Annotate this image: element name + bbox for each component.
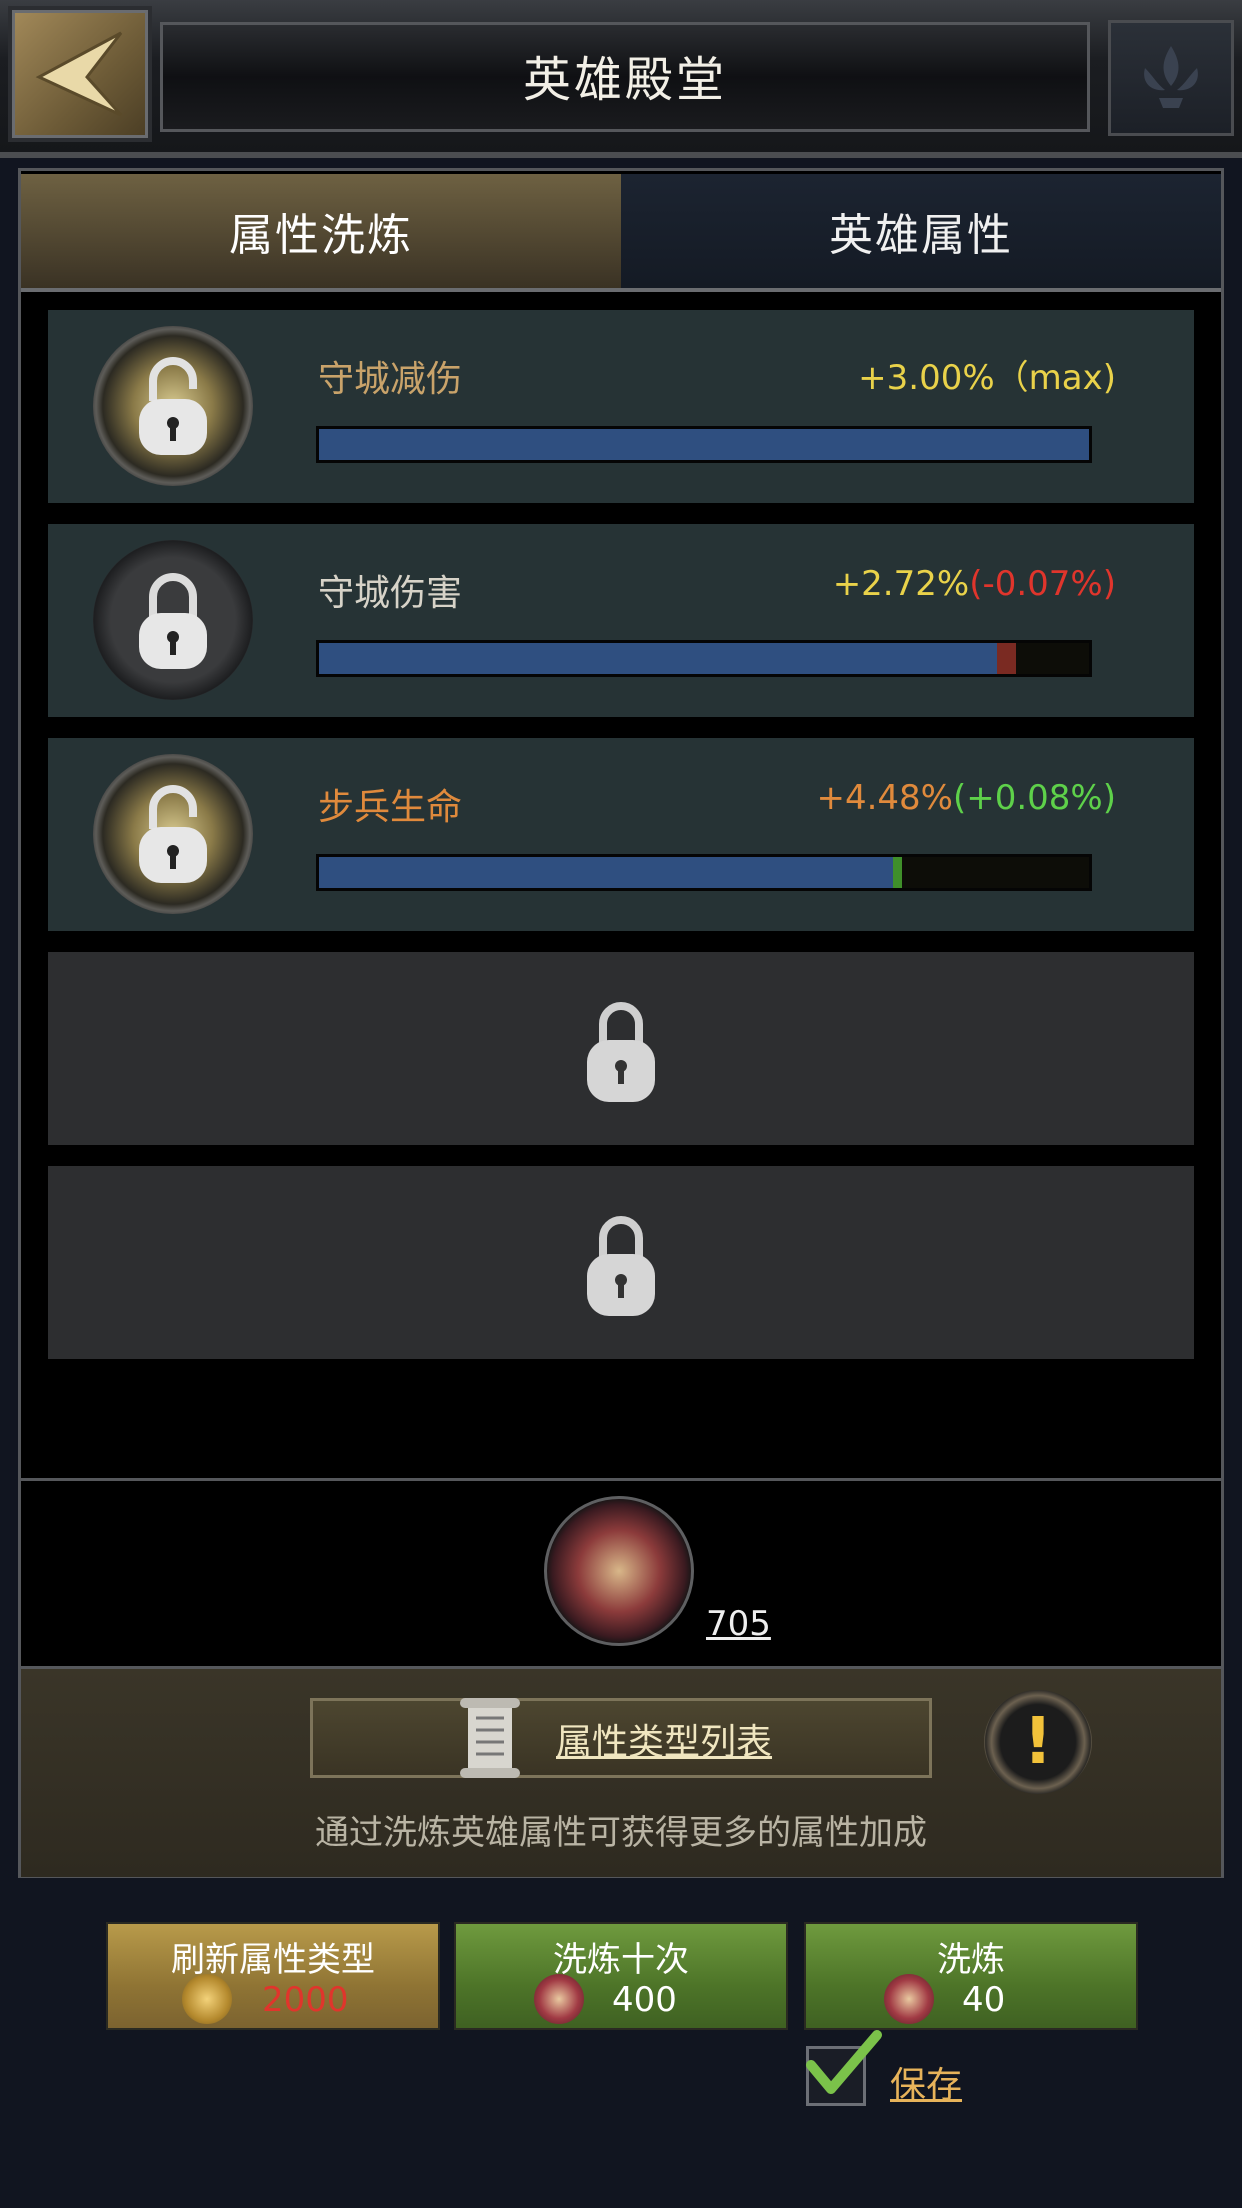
lock-toggle-button[interactable] [93,540,253,700]
refine-once-button[interactable]: 洗炼 40 [804,1922,1138,2030]
lock-toggle-button[interactable] [93,326,253,486]
attribute-name: 守城减伤 [318,359,463,400]
button-label: 洗炼十次 [553,1940,689,1980]
page-title: 英雄殿堂 [522,52,727,108]
progress-delta [892,857,902,888]
hero-token-count[interactable]: 705 [706,1604,771,1644]
tab-divider [21,288,1221,292]
back-button[interactable] [8,6,152,142]
gold-coin-icon [182,1974,232,2024]
section-divider [21,1478,1221,1481]
refresh-attribute-type-button[interactable]: 刷新属性类型 2000 [106,1922,440,2030]
button-label: 刷新属性类型 [171,1940,375,1980]
unlocked-padlock-icon [139,357,207,455]
refine-ten-times-button[interactable]: 洗炼十次 400 [454,1922,788,2030]
back-arrow-icon [35,31,123,117]
locked-attribute-slot [48,1166,1194,1359]
attribute-current-value: +3.00% [858,358,995,398]
attribute-row: 守城伤害 +2.72%(-0.07%) [48,524,1194,717]
unlocked-padlock-icon [139,785,207,883]
attribute-row: 步兵生命 +4.48%(+0.08%) [48,738,1194,931]
scroll-icon [460,1698,520,1778]
hint-text: 通过洗炼英雄属性可获得更多的属性加成 [315,1813,927,1853]
attribute-name: 步兵生命 [318,787,463,828]
attribute-progress-bar [316,426,1092,463]
attribute-delta: （max) [994,358,1116,398]
padlock-icon [583,1208,659,1320]
lock-toggle-button[interactable] [93,754,253,914]
cost-value: 2000 [262,1980,349,2020]
cost-value: 400 [612,1980,677,2020]
padlock-icon [583,994,659,1106]
attribute-delta: (+0.08%) [952,778,1116,818]
cost-value: 40 [962,1980,1006,2020]
tab-attribute-refine[interactable]: 属性洗炼 [21,174,621,288]
checkmark-icon [806,2030,882,2094]
progress-fill [319,643,997,674]
hero-token-icon [534,1974,584,2024]
padlock-icon [139,573,207,669]
attribute-value: +2.72%(-0.07%) [833,564,1116,604]
save-label[interactable]: 保存 [890,2056,962,2108]
progress-fill [319,857,893,888]
attribute-value: +3.00%（max) [858,350,1116,399]
hero-avatar [544,1496,694,1646]
progress-fill [319,429,1089,460]
attribute-current-value: +4.48% [816,778,953,818]
attribute-row: 守城减伤 +3.00%（max) [48,310,1194,503]
progress-delta [996,643,1016,674]
attribute-progress-bar [316,640,1092,677]
info-alert-button[interactable]: ! [984,1690,1092,1794]
attribute-value: +4.48%(+0.08%) [816,778,1116,818]
save-checkbox[interactable] [806,2030,882,2106]
attribute-name: 守城伤害 [318,573,463,614]
fleur-ornament-icon [1108,20,1234,136]
hero-token-icon [884,1974,934,2024]
attribute-type-list-label[interactable]: 属性类型列表 [556,1713,772,1765]
locked-attribute-slot [48,952,1194,1145]
tab-hero-attributes[interactable]: 英雄属性 [621,174,1221,288]
attribute-delta: (-0.07%) [969,564,1116,604]
attribute-progress-bar [316,854,1092,891]
exclamation-icon: ! [1023,1705,1053,1779]
button-label: 洗炼 [937,1940,1005,1980]
attribute-current-value: +2.72% [832,564,970,604]
